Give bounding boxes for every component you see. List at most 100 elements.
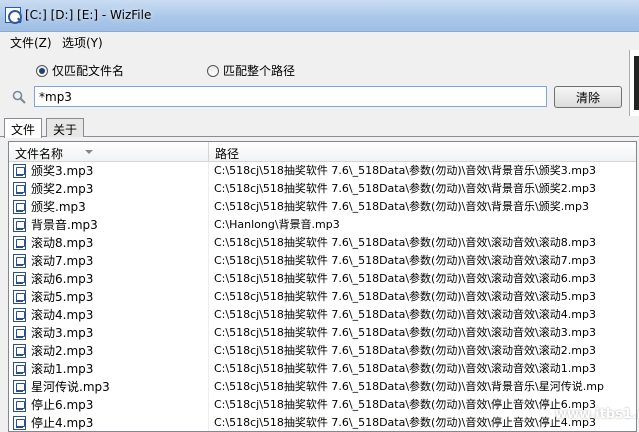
- site-watermark: www.itbs1.net: [555, 407, 639, 422]
- file-name-cell: 滚动5.mp3: [9, 288, 209, 306]
- file-name: 颁奖3.mp3: [31, 164, 94, 178]
- radio-checked-icon: [36, 64, 48, 77]
- file-name-cell: 滚动8.mp3: [9, 234, 209, 252]
- file-name: 滚动1.mp3: [31, 362, 94, 376]
- file-name: 滚动8.mp3: [31, 236, 94, 250]
- mp3-file-icon: [13, 344, 26, 358]
- file-name: 滚动3.mp3: [31, 326, 94, 340]
- column-header-name[interactable]: 文件名称: [9, 142, 209, 162]
- file-path-cell: C:\518cj\518抽奖软件 7.6\_518Data\参数(勿动)\音效\…: [214, 344, 596, 357]
- file-name-cell: 滚动4.mp3: [9, 306, 209, 324]
- menu-options[interactable]: 选项(Y): [62, 34, 103, 51]
- mp3-file-icon: [13, 308, 26, 322]
- table-row[interactable]: 滚动8.mp3 C:\518cj\518抽奖软件 7.6\_518Data\参数…: [9, 234, 636, 252]
- menu-file[interactable]: 文件(Z): [10, 34, 52, 51]
- table-row[interactable]: 停止6.mp3 C:\518cj\518抽奖软件 7.6\_518Data\参数…: [9, 396, 636, 414]
- table-row[interactable]: 颁奖.mp3 C:\518cj\518抽奖软件 7.6\_518Data\参数(…: [9, 198, 636, 216]
- tab-files[interactable]: 文件: [4, 118, 43, 138]
- mp3-file-icon: [13, 326, 26, 340]
- radio-match-filename-label: 仅匹配文件名: [52, 64, 125, 78]
- file-name-cell: 颁奖.mp3: [9, 198, 209, 216]
- file-name: 滚动7.mp3: [31, 254, 94, 268]
- mp3-file-icon: [13, 164, 26, 178]
- table-row[interactable]: 背景音.mp3 C:\Hanlong\背景音.mp3: [9, 216, 636, 234]
- file-name-cell: 滚动2.mp3: [9, 342, 209, 360]
- mp3-file-icon: [13, 200, 26, 214]
- file-name-cell: 滚动1.mp3: [9, 360, 209, 378]
- file-name-cell: 颁奖2.mp3: [9, 180, 209, 198]
- table-row[interactable]: 滚动4.mp3 C:\518cj\518抽奖软件 7.6\_518Data\参数…: [9, 306, 636, 324]
- file-path-cell: C:\518cj\518抽奖软件 7.6\_518Data\参数(勿动)\音效\…: [214, 236, 596, 249]
- file-name: 停止6.mp3: [31, 398, 94, 412]
- results-list[interactable]: 文件名称 路径 颁奖3.mp3 C:\518cj\518抽奖软件 7.6\_51…: [8, 141, 637, 432]
- file-name-cell: 颁奖3.mp3: [9, 162, 209, 180]
- mp3-file-icon: [13, 272, 26, 286]
- table-row[interactable]: 滚动5.mp3 C:\518cj\518抽奖软件 7.6\_518Data\参数…: [9, 288, 636, 306]
- file-path-cell: C:\Hanlong\背景音.mp3: [214, 218, 340, 231]
- radio-match-full-path-label: 匹配整个路径: [223, 64, 296, 78]
- file-name: 停止4.mp3: [31, 416, 94, 430]
- file-name: 滚动5.mp3: [31, 290, 94, 304]
- table-row[interactable]: 停止4.mp3 C:\518cj\518抽奖软件 7.6\_518Data\参数…: [9, 414, 636, 431]
- mp3-file-icon: [13, 236, 26, 250]
- sort-descending-icon: [85, 150, 93, 154]
- search-input[interactable]: [34, 86, 547, 107]
- table-row[interactable]: 颁奖3.mp3 C:\518cj\518抽奖软件 7.6\_518Data\参数…: [9, 162, 636, 180]
- menu-bar: 文件(Z) 选项(Y): [0, 32, 639, 50]
- file-path-cell: C:\518cj\518抽奖软件 7.6\_518Data\参数(勿动)\音效\…: [214, 272, 596, 285]
- column-header-name-label: 文件名称: [15, 147, 64, 161]
- file-name: 星河传说.mp3: [31, 380, 110, 394]
- wizfile-app-icon: [5, 7, 22, 24]
- file-name-cell: 滚动7.mp3: [9, 252, 209, 270]
- file-name-cell: 星河传说.mp3: [9, 378, 209, 396]
- mp3-file-icon: [13, 380, 26, 394]
- tab-about[interactable]: 关于: [46, 118, 85, 137]
- file-name-cell: 滚动3.mp3: [9, 324, 209, 342]
- title-bar: [C:] [D:] [E:] - WizFile: [0, 0, 639, 32]
- mp3-file-icon: [13, 416, 26, 430]
- file-name: 滚动2.mp3: [31, 344, 94, 358]
- file-name: 颁奖2.mp3: [31, 182, 94, 196]
- file-name: 颁奖.mp3: [31, 200, 86, 214]
- radio-unchecked-icon: [207, 64, 219, 77]
- file-path-cell: C:\518cj\518抽奖软件 7.6\_518Data\参数(勿动)\音效\…: [214, 200, 589, 213]
- table-row[interactable]: 滚动1.mp3 C:\518cj\518抽奖软件 7.6\_518Data\参数…: [9, 360, 636, 378]
- file-path-cell: C:\518cj\518抽奖软件 7.6\_518Data\参数(勿动)\音效\…: [214, 254, 596, 267]
- table-row[interactable]: 滚动6.mp3 C:\518cj\518抽奖软件 7.6\_518Data\参数…: [9, 270, 636, 288]
- file-path-cell: C:\518cj\518抽奖软件 7.6\_518Data\参数(勿动)\音效\…: [214, 362, 596, 375]
- mp3-file-icon: [13, 362, 26, 376]
- list-header: 文件名称 路径: [9, 142, 636, 162]
- table-row[interactable]: 颁奖2.mp3 C:\518cj\518抽奖软件 7.6\_518Data\参数…: [9, 180, 636, 198]
- mp3-file-icon: [13, 254, 26, 268]
- side-panel-edge: [629, 50, 639, 116]
- table-row[interactable]: 滚动7.mp3 C:\518cj\518抽奖软件 7.6\_518Data\参数…: [9, 252, 636, 270]
- mp3-file-icon: [13, 290, 26, 304]
- window-title: [C:] [D:] [E:] - WizFile: [25, 8, 152, 22]
- file-name: 滚动6.mp3: [31, 272, 94, 286]
- file-name: 滚动4.mp3: [31, 308, 94, 322]
- file-name: 背景音.mp3: [31, 218, 98, 232]
- magnifier-icon: [12, 90, 26, 104]
- mp3-file-icon: [13, 218, 26, 232]
- radio-match-full-path[interactable]: 匹配整个路径: [207, 62, 295, 79]
- file-path-cell: C:\518cj\518抽奖软件 7.6\_518Data\参数(勿动)\音效\…: [214, 164, 596, 177]
- column-header-path[interactable]: 路径: [209, 142, 636, 162]
- file-name-cell: 背景音.mp3: [9, 216, 209, 234]
- file-name-cell: 滚动6.mp3: [9, 270, 209, 288]
- tab-strip: 文件 关于: [0, 118, 639, 138]
- mp3-file-icon: [13, 182, 26, 196]
- file-name-cell: 停止6.mp3: [9, 396, 209, 414]
- file-path-cell: C:\518cj\518抽奖软件 7.6\_518Data\参数(勿动)\音效\…: [214, 290, 596, 303]
- column-header-path-label: 路径: [215, 147, 240, 161]
- file-path-cell: C:\518cj\518抽奖软件 7.6\_518Data\参数(勿动)\音效\…: [214, 326, 596, 339]
- file-path-cell: C:\518cj\518抽奖软件 7.6\_518Data\参数(勿动)\音效\…: [214, 308, 596, 321]
- table-row[interactable]: 星河传说.mp3 C:\518cj\518抽奖软件 7.6\_518Data\参…: [9, 378, 636, 396]
- file-name-cell: 停止4.mp3: [9, 414, 209, 431]
- mp3-file-icon: [13, 398, 26, 412]
- table-row[interactable]: 滚动2.mp3 C:\518cj\518抽奖软件 7.6\_518Data\参数…: [9, 342, 636, 360]
- list-rows: 颁奖3.mp3 C:\518cj\518抽奖软件 7.6\_518Data\参数…: [9, 162, 636, 431]
- clear-button[interactable]: 清除: [554, 86, 622, 108]
- file-path-cell: C:\518cj\518抽奖软件 7.6\_518Data\参数(勿动)\音效\…: [214, 380, 604, 393]
- radio-match-filename[interactable]: 仅匹配文件名: [36, 62, 124, 79]
- table-row[interactable]: 滚动3.mp3 C:\518cj\518抽奖软件 7.6\_518Data\参数…: [9, 324, 636, 342]
